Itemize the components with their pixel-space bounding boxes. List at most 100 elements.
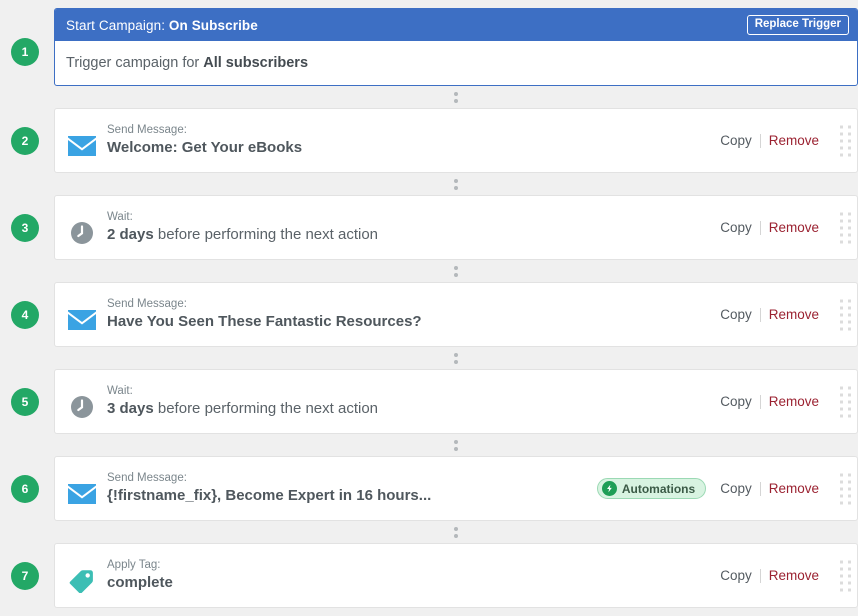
action-card[interactable]: Send Message: Welcome: Get Your eBooks C…	[54, 108, 858, 173]
remove-link[interactable]: Remove	[769, 220, 819, 235]
step-number-badge: 6	[11, 475, 39, 503]
action-title-bold: complete	[107, 574, 173, 592]
remove-link[interactable]: Remove	[769, 481, 819, 496]
email-icon	[67, 131, 97, 161]
dot-icon	[454, 98, 458, 103]
drag-dot-icon	[848, 501, 851, 504]
copy-link[interactable]: Copy	[720, 133, 752, 148]
add-step-button[interactable]	[450, 88, 463, 106]
dot-icon	[454, 359, 458, 364]
step-number-badge: 2	[11, 127, 39, 155]
add-step-button[interactable]	[450, 175, 463, 193]
action-card[interactable]: Send Message: {!firstname_fix}, Become E…	[54, 456, 858, 521]
automations-badge-label: Automations	[621, 481, 696, 496]
trigger-body-prefix: Trigger campaign for	[66, 55, 200, 71]
action-card[interactable]: Wait: 2 days before performing the next …	[54, 195, 858, 260]
trigger-title-value: On Subscribe	[168, 17, 258, 33]
drag-handle[interactable]	[840, 212, 851, 243]
drag-dot-icon	[840, 306, 843, 309]
drag-dot-icon	[848, 480, 851, 483]
action-title-bold: 2 days	[107, 226, 154, 244]
drag-dot-icon	[840, 588, 843, 591]
add-step-button[interactable]	[450, 523, 463, 541]
clock-icon	[67, 392, 97, 422]
remove-link[interactable]: Remove	[769, 394, 819, 409]
action-card[interactable]: Apply Tag: complete Copy Remove	[54, 543, 858, 608]
drag-dot-icon	[840, 393, 843, 396]
drag-dot-icon	[840, 480, 843, 483]
drag-dot-icon	[848, 299, 851, 302]
drag-dot-icon	[840, 219, 843, 222]
action-text: Wait: 3 days before performing the next …	[107, 384, 720, 419]
drag-handle[interactable]	[840, 386, 851, 417]
trigger-step-row: 1 Start Campaign: On Subscribe Replace T…	[0, 8, 858, 86]
action-card[interactable]: Send Message: Have You Seen These Fantas…	[54, 282, 858, 347]
drag-dot-icon	[840, 132, 843, 135]
tag-icon	[67, 566, 97, 596]
add-step-button[interactable]	[450, 262, 463, 280]
replace-trigger-button[interactable]: Replace Trigger	[746, 14, 849, 36]
drag-dot-icon	[840, 400, 843, 403]
drag-handle[interactable]	[840, 125, 851, 156]
action-title: complete	[107, 574, 720, 593]
copy-link[interactable]: Copy	[720, 220, 752, 235]
drag-handle[interactable]	[840, 299, 851, 330]
drag-dot-icon	[848, 494, 851, 497]
drag-handle[interactable]	[840, 560, 851, 591]
action-text: Wait: 2 days before performing the next …	[107, 210, 720, 245]
dot-icon	[454, 265, 458, 270]
add-step-button[interactable]	[450, 436, 463, 454]
copy-link[interactable]: Copy	[720, 394, 752, 409]
dot-icon	[454, 439, 458, 444]
action-card[interactable]: Wait: 3 days before performing the next …	[54, 369, 858, 434]
drag-dot-icon	[848, 146, 851, 149]
add-step-connector	[0, 521, 858, 543]
remove-link[interactable]: Remove	[769, 568, 819, 583]
drag-dot-icon	[848, 233, 851, 236]
copy-link[interactable]: Copy	[720, 568, 752, 583]
drag-dot-icon	[848, 240, 851, 243]
drag-dot-icon	[848, 400, 851, 403]
add-step-connector	[0, 434, 858, 456]
drag-dot-icon	[848, 226, 851, 229]
drag-dot-icon	[848, 407, 851, 410]
copy-link[interactable]: Copy	[720, 481, 752, 496]
drag-handle[interactable]	[840, 473, 851, 504]
action-title: Have You Seen These Fantastic Resources?	[107, 313, 720, 332]
drag-dot-icon	[848, 306, 851, 309]
add-step-connector	[0, 347, 858, 369]
copy-link[interactable]: Copy	[720, 307, 752, 322]
action-text: Send Message: {!firstname_fix}, Become E…	[107, 471, 597, 506]
dot-icon	[454, 178, 458, 183]
action-title-bold: Have You Seen These Fantastic Resources?	[107, 313, 422, 331]
remove-link[interactable]: Remove	[769, 133, 819, 148]
add-step-button[interactable]	[450, 349, 463, 367]
drag-dot-icon	[840, 212, 843, 215]
email-icon	[67, 479, 97, 509]
row-actions: Copy Remove	[720, 394, 819, 409]
lightning-bolt-icon	[601, 481, 617, 496]
drag-dot-icon	[840, 386, 843, 389]
divider	[759, 307, 761, 322]
row-actions: Copy Remove	[720, 481, 819, 496]
step-row: 4 Send Message: Have You Seen These Fant…	[0, 282, 858, 347]
automations-badge[interactable]: Automations	[596, 478, 707, 499]
remove-link[interactable]: Remove	[769, 307, 819, 322]
drag-dot-icon	[840, 240, 843, 243]
drag-dot-icon	[848, 487, 851, 490]
action-title-rest: before performing the next action	[153, 226, 378, 244]
step-number-badge: 1	[11, 38, 39, 66]
drag-dot-icon	[840, 327, 843, 330]
campaign-flow-builder: 1 Start Campaign: On Subscribe Replace T…	[0, 0, 858, 616]
trigger-body-value: All subscribers	[203, 55, 309, 71]
dot-icon	[454, 91, 458, 96]
divider	[759, 220, 761, 235]
drag-dot-icon	[848, 588, 851, 591]
trigger-card[interactable]: Start Campaign: On Subscribe Replace Tri…	[54, 8, 858, 86]
action-kicker: Send Message:	[107, 472, 187, 485]
drag-dot-icon	[840, 487, 843, 490]
drag-dot-icon	[840, 501, 843, 504]
drag-dot-icon	[848, 212, 851, 215]
action-text: Send Message: Welcome: Get Your eBooks	[107, 123, 720, 158]
action-kicker: Wait:	[107, 211, 133, 224]
